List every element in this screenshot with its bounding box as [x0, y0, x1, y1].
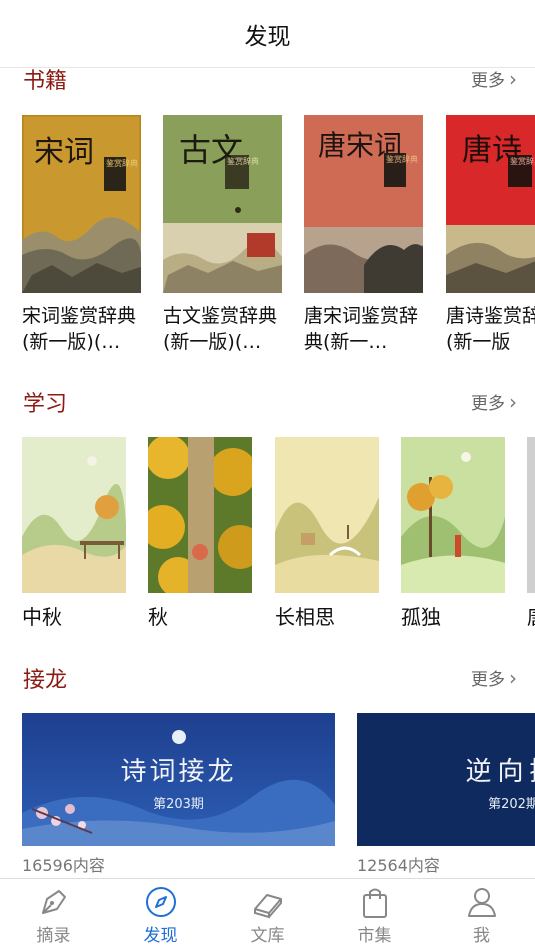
study-cover [148, 437, 252, 593]
more-label: 更多 [471, 71, 505, 91]
book-card[interactable]: 古文 鉴赏辞典 古文鉴赏辞典(新一版)(… [163, 115, 283, 355]
books-more-link[interactable]: 更多 › [471, 68, 517, 91]
study-cover [401, 437, 505, 593]
study-title: 长相思 [275, 605, 335, 629]
shopping-bag-icon [362, 888, 387, 918]
books-strip[interactable]: 宋词 鉴赏辞典 宋词鉴赏辞典(新一版)(… 古文 鉴赏辞典 古文鉴赏辞典(新一版… [0, 115, 535, 360]
section-title-study: 学习 [23, 392, 68, 417]
relay-card[interactable]: 逆向接 第202期 12564内容 [357, 713, 535, 876]
discover-content[interactable]: 书籍 更多 › 宋词 鉴赏辞典 宋词鉴赏辞典(新一版)(… 古文 鉴赏辞典 古文… [0, 68, 535, 878]
relay-count: 16596内容 [22, 856, 105, 875]
study-title: 唐 [527, 601, 535, 630]
tab-library[interactable]: 文库 [214, 879, 321, 952]
book-title: 唐宋词鉴赏辞典(新一… [304, 305, 419, 353]
study-card[interactable]: 中秋 [22, 437, 127, 630]
study-cover [22, 437, 126, 593]
relay-count: 12564内容 [357, 856, 440, 875]
study-card[interactable]: 唐 [527, 437, 535, 630]
book-title: 古文鉴赏辞典(新一版)(… [163, 305, 278, 353]
relay-strip[interactable]: 诗词接龙 第203期 16596内容 逆向接 第202期 12564内容 [0, 713, 535, 878]
banner-issue: 第203期 [153, 797, 204, 812]
book-card[interactable]: 宋词 鉴赏辞典 宋词鉴赏辞典(新一版)(… [22, 115, 142, 355]
chevron-right-icon: › [509, 389, 517, 414]
tab-discover[interactable]: 发现 [107, 879, 214, 952]
page-title: 发现 [244, 23, 291, 50]
relay-card[interactable]: 诗词接龙 第203期 16596内容 [22, 713, 335, 876]
person-icon [467, 888, 496, 917]
banner-issue: 第202期 [488, 797, 535, 812]
study-cover [527, 437, 535, 593]
chevron-right-icon: › [509, 665, 517, 690]
study-more-link[interactable]: 更多 › [471, 389, 517, 415]
study-card[interactable]: 孤独 [401, 437, 506, 630]
cover-title: 宋词 [34, 135, 94, 170]
tab-me[interactable]: 我 [428, 879, 535, 952]
section-title-books: 书籍 [23, 69, 68, 94]
book-card[interactable]: 唐诗 鉴赏辞典 唐诗鉴赏辞典(新一版 [446, 115, 535, 355]
study-title: 中秋 [22, 605, 62, 629]
banner-title: 诗词接龙 [120, 757, 237, 787]
book-cover: 宋词 鉴赏辞典 [22, 115, 141, 293]
book-cover: 唐宋词 鉴赏辞典 [304, 115, 423, 293]
section-title-relay: 接龙 [23, 668, 68, 693]
study-strip[interactable]: 中秋 秋 长相思 孤独 [0, 437, 535, 637]
cover-seal: 鉴赏辞典 [510, 157, 535, 166]
relay-banner: 诗词接龙 第203期 [22, 713, 335, 846]
more-label: 更多 [471, 670, 505, 690]
cover-seal: 鉴赏辞典 [106, 159, 138, 168]
book-title: 宋词鉴赏辞典(新一版)(… [22, 305, 137, 353]
books-icon [253, 894, 282, 919]
tab-label: 文库 [250, 926, 285, 946]
book-cover: 唐诗 鉴赏辞典 [446, 115, 535, 293]
book-title: 唐诗鉴赏辞典(新一版 [446, 305, 535, 353]
relay-more-link[interactable]: 更多 › [471, 665, 517, 691]
tab-excerpts[interactable]: 摘录 [0, 879, 107, 952]
book-card[interactable]: 唐宋词 鉴赏辞典 唐宋词鉴赏辞典(新一… [304, 115, 424, 355]
pen-nib-icon [41, 890, 66, 914]
cover-title: 唐诗 [462, 133, 522, 168]
banner-title: 逆向接 [465, 757, 535, 787]
cover-title: 唐宋词 [318, 131, 402, 161]
study-title: 孤独 [401, 605, 441, 629]
study-card[interactable]: 秋 [148, 437, 253, 630]
more-label: 更多 [471, 394, 505, 414]
tab-label: 摘录 [36, 926, 71, 946]
tab-market[interactable]: 市集 [321, 879, 428, 952]
bottom-tab-bar: 摘录 发现 文库 市集 我 [0, 878, 535, 952]
tab-label: 发现 [143, 926, 178, 946]
relay-banner: 逆向接 第202期 [357, 713, 535, 846]
chevron-right-icon: › [509, 68, 517, 91]
tab-label: 我 [473, 926, 490, 946]
cover-title: 古文 [179, 131, 244, 169]
study-cover [275, 437, 379, 593]
compass-icon [145, 887, 176, 917]
top-bar: 发现 [0, 0, 535, 68]
study-title: 秋 [148, 605, 168, 629]
tab-label: 市集 [357, 926, 392, 946]
study-card[interactable]: 长相思 [275, 437, 380, 630]
book-cover: 古文 鉴赏辞典 [163, 115, 282, 293]
cover-seal: 鉴赏辞典 [386, 155, 418, 164]
cover-seal: 鉴赏辞典 [227, 157, 259, 166]
